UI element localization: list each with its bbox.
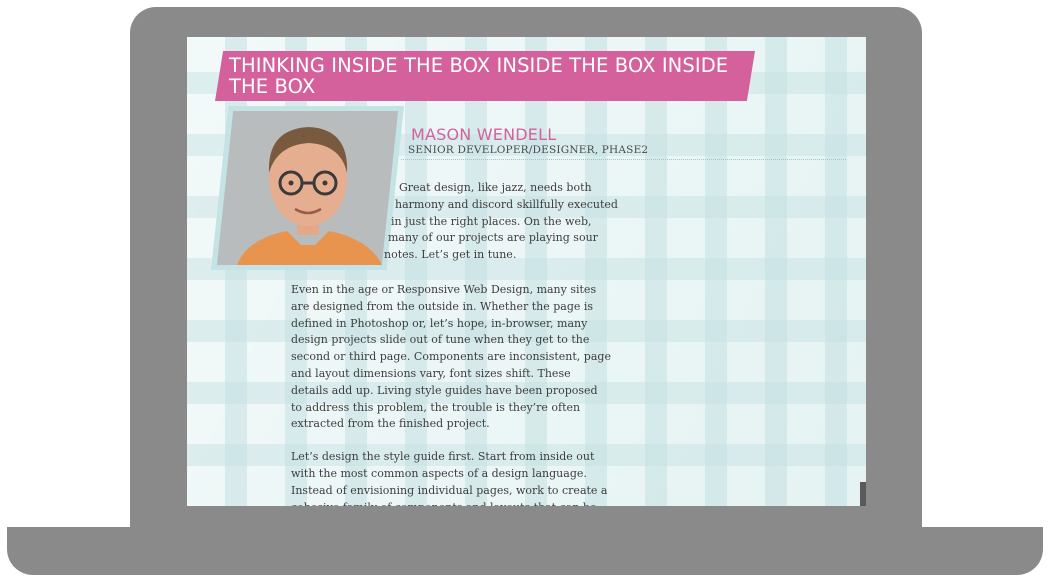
- author-title: SENIOR DEVELOPER/DESIGNER, PHASE2: [408, 144, 649, 156]
- article-title: THINKING INSIDE THE BOX INSIDE THE BOX I…: [229, 54, 729, 98]
- intro-line: Great design, like jazz, needs both: [399, 181, 592, 194]
- intro-line: harmony and discord skillfully executed: [395, 197, 618, 211]
- article-body: Even in the age or Responsive Web Design…: [291, 282, 611, 506]
- author-photo-icon: [217, 111, 398, 265]
- intro-text: Great design, like jazz, needs both harm…: [383, 180, 623, 264]
- laptop-base: [7, 527, 1043, 575]
- intro-line: many of our projects are playing sour: [388, 231, 598, 245]
- laptop-screen: THINKING INSIDE THE BOX INSIDE THE BOX I…: [187, 37, 866, 506]
- intro-line: in just the right places. On the web,: [391, 214, 592, 228]
- author-photo: [217, 111, 398, 265]
- paragraph: Even in the age or Responsive Web Design…: [291, 283, 611, 431]
- divider: [401, 159, 846, 160]
- author-name: MASON WENDELL: [411, 125, 557, 144]
- intro-line: notes. Let’s get in tune.: [384, 248, 517, 262]
- scrollbar-thumb[interactable]: [860, 482, 866, 506]
- paragraph: Let’s design the style guide first. Star…: [291, 450, 608, 506]
